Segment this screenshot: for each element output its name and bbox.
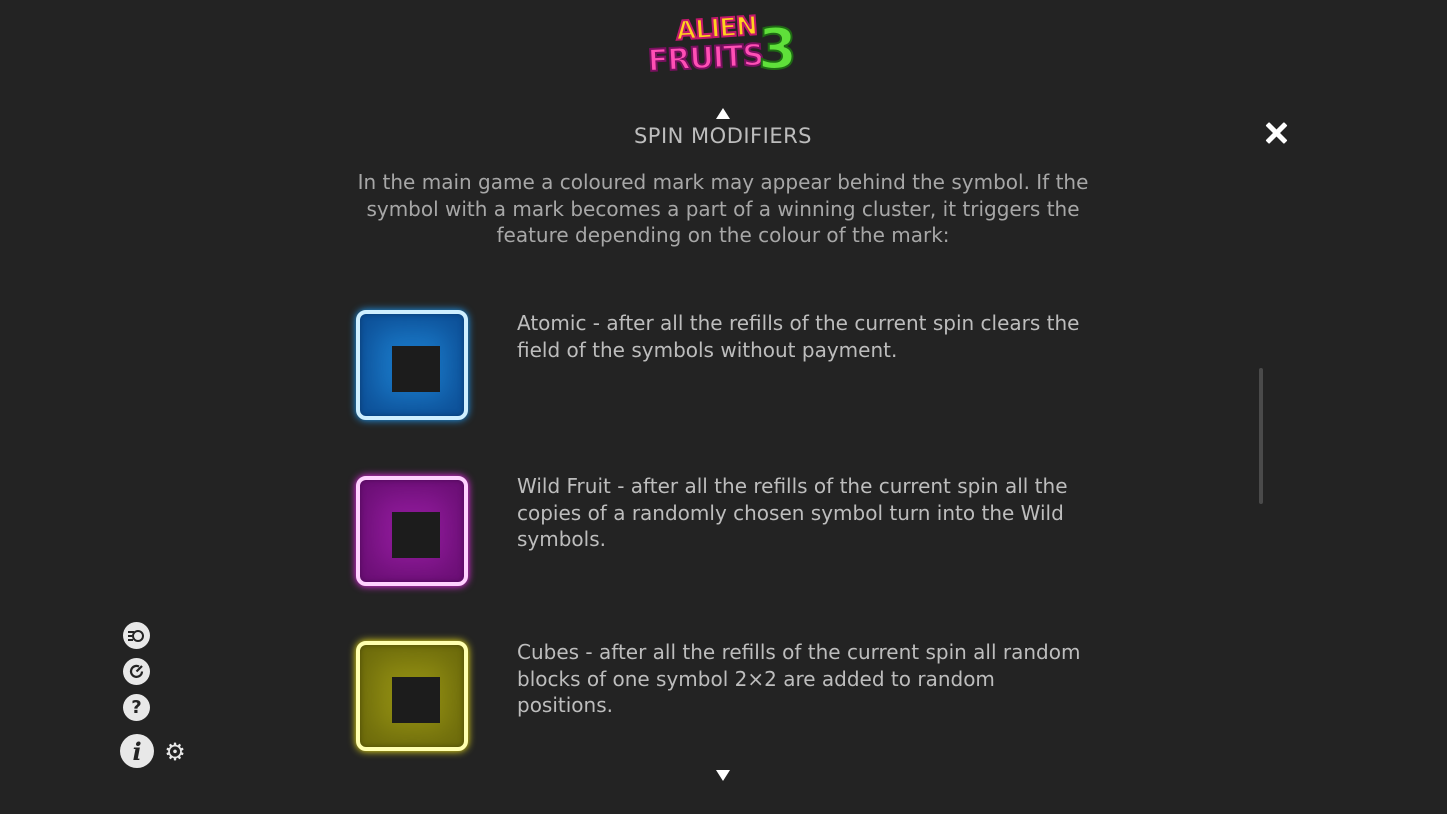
close-icon[interactable] <box>1264 120 1290 146</box>
purple-mark-icon <box>356 476 468 586</box>
blue-mark-icon <box>356 310 468 420</box>
logo-number-text: 3 <box>757 17 798 82</box>
paytable-screen: ALIEN FRUITS 3 SPIN MODIFIERS In the mai… <box>0 0 1447 814</box>
logo-fruits-text: FRUITS <box>646 37 765 80</box>
atomic-description: Atomic - after all the refills of the cu… <box>517 311 1080 362</box>
triangle-down-icon[interactable] <box>716 770 730 781</box>
section-title: SPIN MODIFIERS <box>633 124 813 148</box>
intro-text: In the main game a coloured mark may app… <box>357 170 1089 247</box>
yellow-mark-icon <box>356 641 468 751</box>
info-icon[interactable]: i <box>120 734 154 768</box>
turbo-icon[interactable] <box>123 658 150 685</box>
scrollbar[interactable] <box>1259 368 1263 504</box>
cubes-description: Cubes - after all the refills of the cur… <box>517 640 1081 717</box>
autoplay-icon[interactable] <box>123 622 150 649</box>
game-logo: ALIEN FRUITS 3 <box>646 10 802 84</box>
settings-icon[interactable]: ⚙ <box>163 740 187 764</box>
wild-fruit-description: Wild Fruit - after all the refills of th… <box>517 474 1068 551</box>
help-icon[interactable]: ? <box>123 694 150 721</box>
triangle-up-icon[interactable] <box>716 108 730 119</box>
